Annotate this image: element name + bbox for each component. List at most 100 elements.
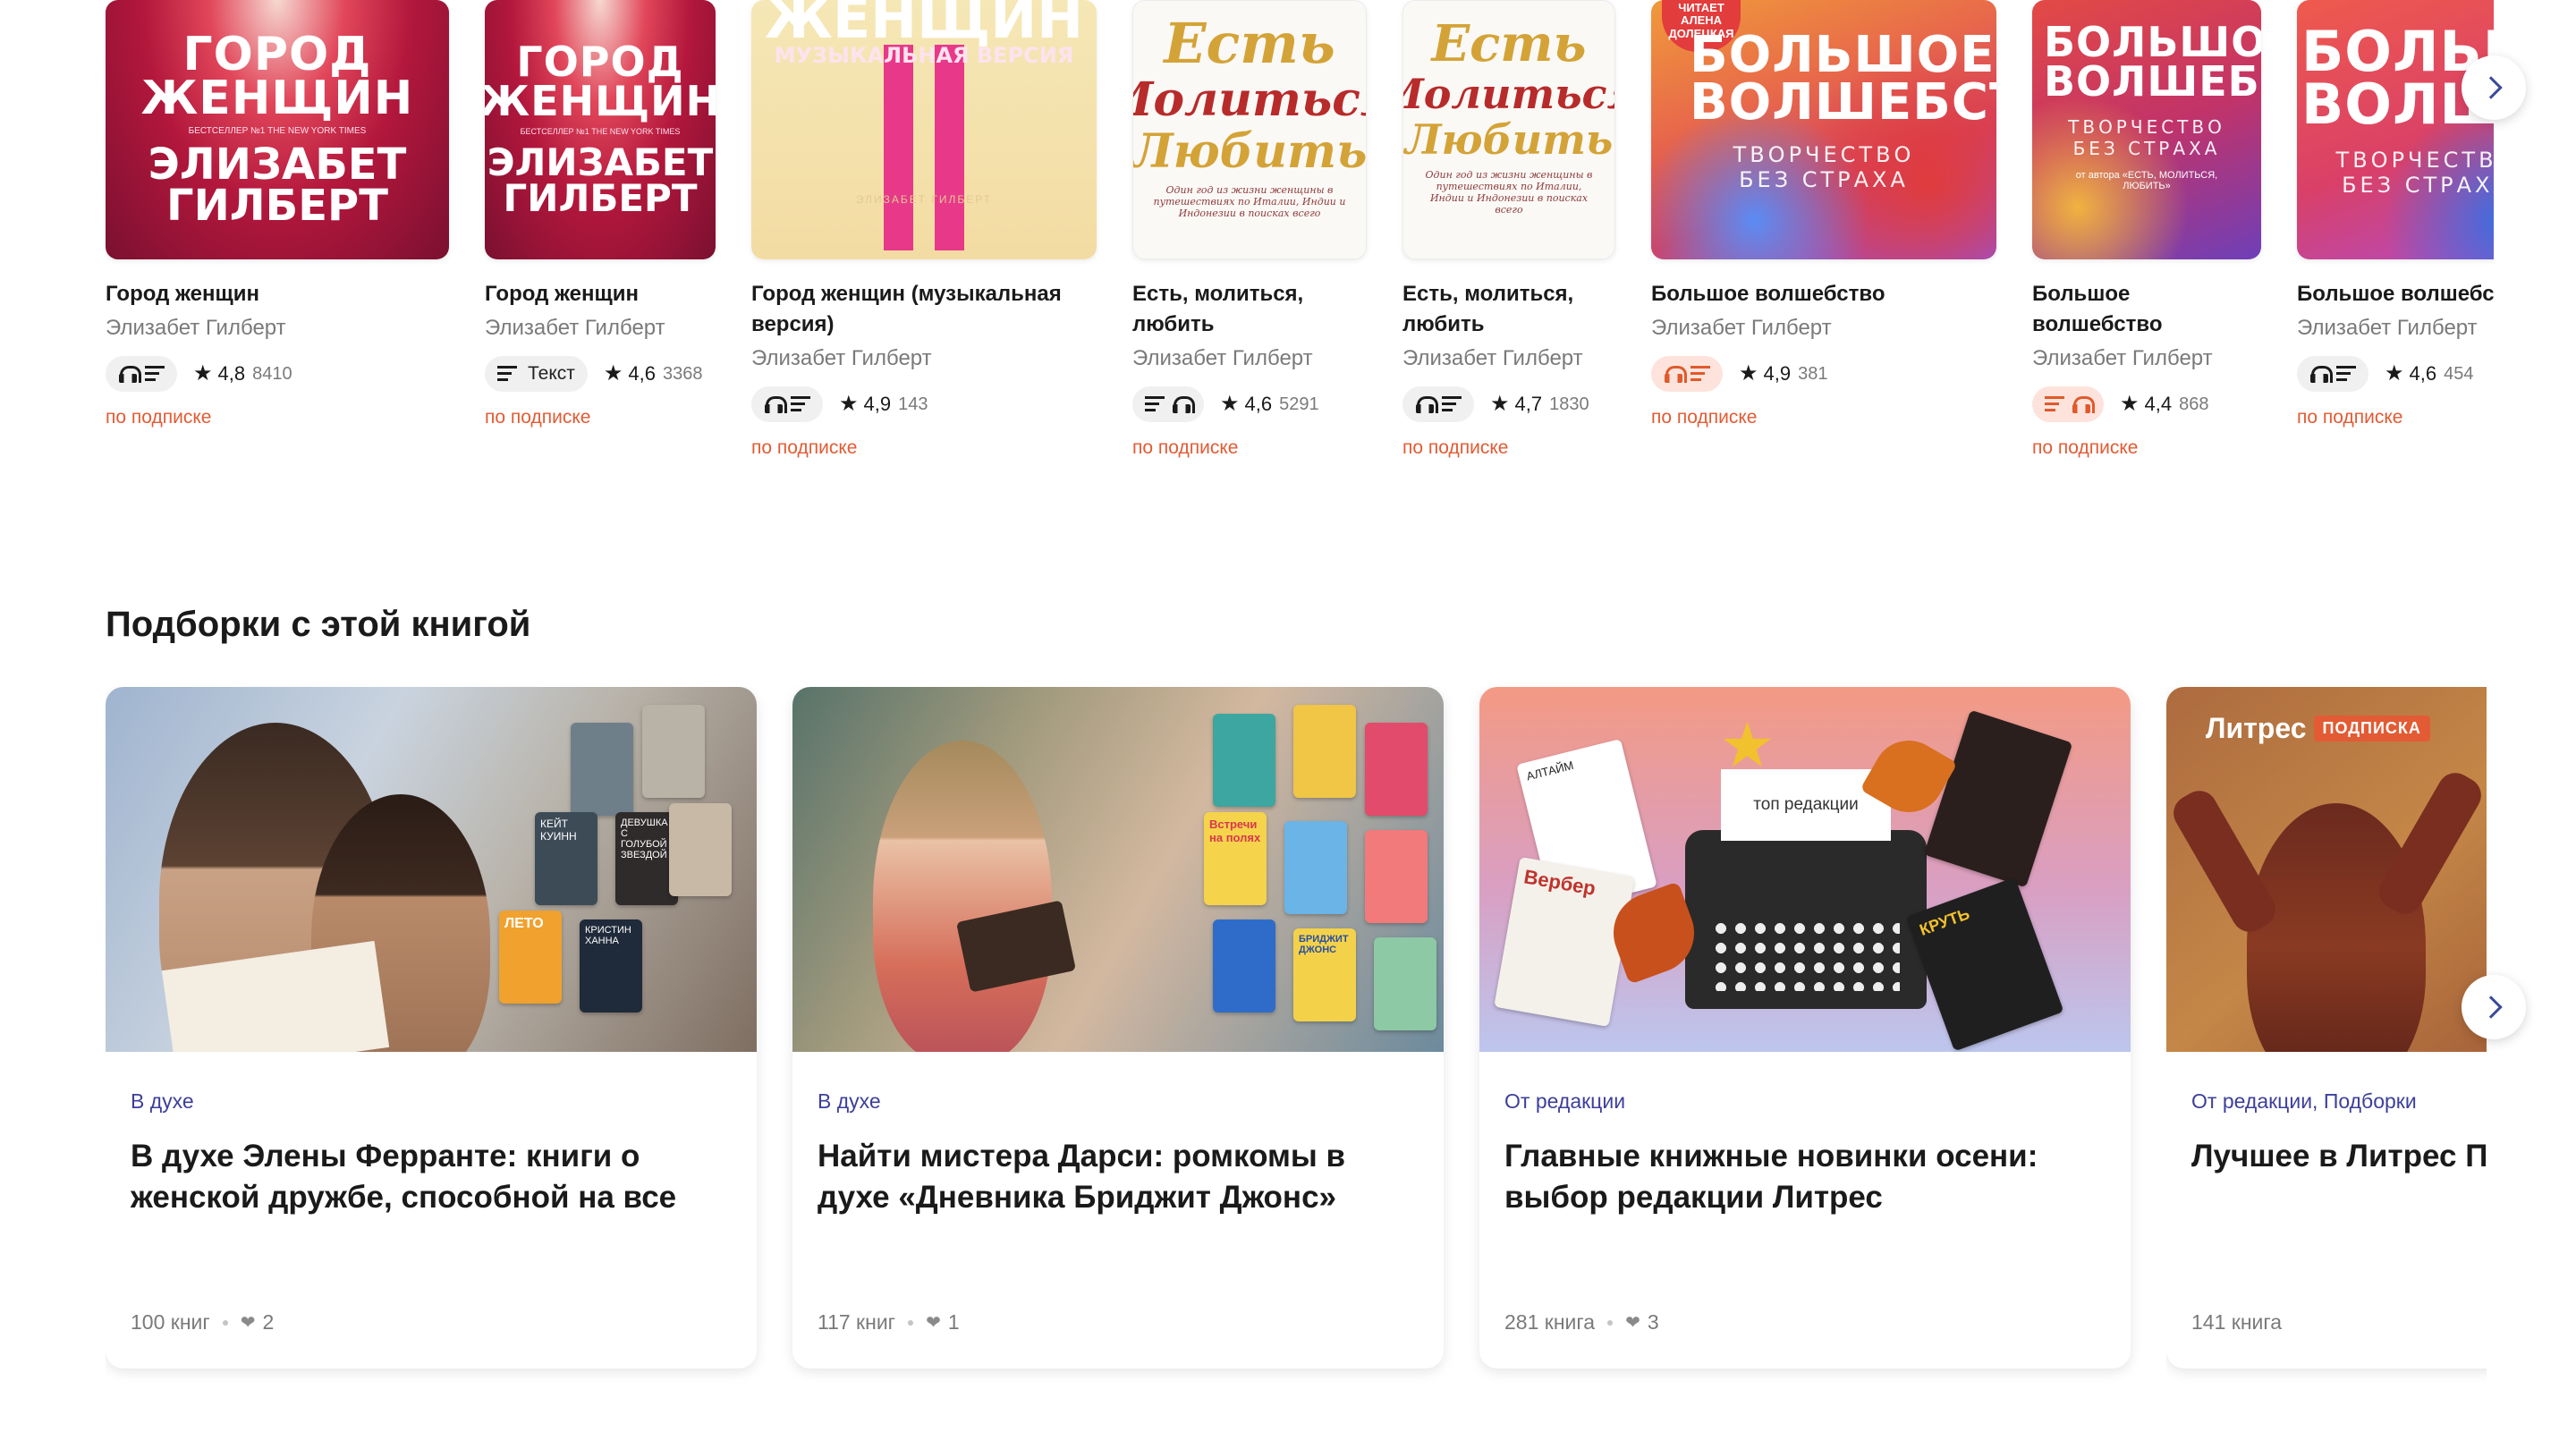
star-icon: ★: [193, 361, 213, 386]
book-card[interactable]: ЖЕНЩИН МУЗЫКАЛЬНАЯ ВЕРСИЯ ЭЛИЗАБЕТ ГИЛБЕ…: [751, 0, 1097, 462]
book-cover[interactable]: ГОРОД ЖЕНЩИН БЕСТСЕЛЛЕР №1 THE NEW YORK …: [485, 0, 716, 259]
book-card[interactable]: ГОРОД ЖЕНЩИН БЕСТСЕЛЛЕР №1 THE NEW YORK …: [106, 0, 449, 431]
format-badge: [2032, 386, 2104, 422]
book-author[interactable]: Элизабет Гилберт: [2032, 343, 2261, 374]
cover-title: ГОРОД ЖЕНЩИН: [485, 38, 716, 126]
book-cover[interactable]: ЧИТАЕТ АЛЕНА ДОЛЕЦКАЯ БОЛЬШОЕ ВОЛШЕБС ТВО…: [1651, 0, 1996, 259]
book-author[interactable]: Элизабет Гилберт: [106, 313, 449, 343]
chevron-right-icon: [2479, 996, 2503, 1019]
rating-value: 4,4: [2144, 393, 2173, 415]
separator-dot: [1607, 1319, 1614, 1326]
book-cover[interactable]: Есть Молиться Любить Один год из жизни ж…: [1132, 0, 1367, 259]
headphones-icon: [1415, 395, 1438, 413]
book-cover[interactable]: Есть Молиться Любить Один год из жизни ж…: [1402, 0, 1615, 259]
book-title[interactable]: Большое волшебство: [2297, 279, 2494, 309]
book-card[interactable]: ЧИТАЕТ АЛЕНА ДОЛЕЦКАЯ БОЛЬШОЕ ВОЛШЕБС ТВО…: [1651, 0, 1996, 431]
collection-category[interactable]: В духе: [131, 1088, 732, 1114]
cover-title: Любить: [1404, 114, 1614, 164]
collection-footer: 100 книг ❤ 2: [131, 1310, 274, 1335]
rating-count: 3368: [662, 363, 703, 384]
book-cover[interactable]: ГОРОД ЖЕНЩИН БЕСТСЕЛЛЕР №1 THE NEW YORK …: [106, 0, 449, 259]
text-lines-icon: [1145, 396, 1165, 412]
book-card[interactable]: БОЛЬШОЕ ВОЛШЕБСТВО ТВОРЧЕСТВО БЕЗ СТРАХА…: [2297, 0, 2494, 431]
rating: ★ 4,6 454: [2385, 362, 2473, 386]
star-icon: ★: [2385, 361, 2404, 386]
collection-card[interactable]: АЛТАЙМ Вербер ★ топ редакции КРУТЬ От ре…: [1479, 687, 2131, 1368]
collection-book-count: 281 книга: [1504, 1310, 1596, 1334]
book-author[interactable]: Элизабет Гилберт: [751, 343, 1097, 374]
collection-card[interactable]: Встречи на полях БРИДЖИТ ДЖОНС В духе На…: [792, 687, 1444, 1368]
book-card[interactable]: ГОРОД ЖЕНЩИН БЕСТСЕЛЛЕР №1 THE NEW YORK …: [485, 0, 716, 431]
rating-value: 4,8: [217, 362, 246, 385]
book-cover[interactable]: БОЛЬШОЕ ВОЛШЕБСТВО ТВОРЧЕСТВО БЕЗ СТРАХА…: [2032, 0, 2261, 259]
book-title[interactable]: Большое волшебство: [2032, 279, 2261, 340]
rating-count: 868: [2179, 394, 2209, 414]
book-title[interactable]: Есть, молиться, любить: [1132, 279, 1367, 340]
book-title[interactable]: Город женщин (музыкальная версия): [751, 279, 1097, 340]
star-icon: ★: [2120, 392, 2140, 416]
book-author[interactable]: Элизабет Гилберт: [1651, 313, 1996, 343]
rating: ★ 4,6 5291: [1220, 393, 1319, 416]
headphones-icon: [2309, 365, 2333, 383]
books-next-button[interactable]: [2462, 55, 2526, 120]
rating: ★ 4,6 3368: [604, 362, 703, 386]
collection-card[interactable]: Литрес ПОДПИСКА От редакции, Подборки Лу…: [2166, 687, 2487, 1368]
rating: ★ 4,9 143: [839, 393, 928, 416]
collection-category[interactable]: В духе: [818, 1088, 1419, 1114]
book-author[interactable]: Элизабет Гилберт: [1132, 343, 1367, 374]
collection-title[interactable]: В духе Элены Ферранте: книги о женской д…: [131, 1136, 732, 1218]
book-title[interactable]: Большое волшебство: [1651, 279, 1996, 309]
collection-category[interactable]: От редакции: [1504, 1088, 2106, 1114]
chevron-right-icon: [2479, 76, 2503, 99]
book-author[interactable]: Элизабет Гилберт: [485, 313, 716, 343]
book-title[interactable]: Город женщин: [106, 279, 449, 309]
book-cover[interactable]: ЖЕНЩИН МУЗЫКАЛЬНАЯ ВЕРСИЯ ЭЛИЗАБЕТ ГИЛБЕ…: [751, 0, 1097, 259]
heart-icon[interactable]: ❤: [926, 1311, 941, 1334]
logo-tag: ПОДПИСКА: [2313, 716, 2430, 741]
collection-title[interactable]: Главные книжные новинки осени: выбор ред…: [1504, 1136, 2106, 1218]
collection-image: КЕЙТ КУИНН ДЕВУШКА С ГОЛУБОЙ ЗВЕЗДОЙ ЛЕТ…: [106, 687, 757, 1052]
cover-note: БЕСТСЕЛЛЕР №1 THE NEW YORK TIMES: [188, 126, 367, 137]
book-card[interactable]: Есть Молиться Любить Один год из жизни ж…: [1402, 0, 1615, 462]
cover-title: ГОРОД ЖЕНЩИН: [140, 27, 414, 125]
rating-count: 454: [2444, 363, 2474, 384]
book-author[interactable]: Элизабет Гилберт: [1402, 343, 1615, 374]
mini-book-cover: Встречи на полях: [1204, 812, 1267, 905]
cover-subtitle: ТВОРЧЕСТВО БЕЗ СТРАХА: [1733, 142, 1915, 193]
headphones-icon: [1664, 365, 1687, 383]
heart-icon[interactable]: ❤: [1625, 1311, 1640, 1334]
book-card[interactable]: Есть Молиться Любить Один год из жизни ж…: [1132, 0, 1367, 462]
book-card[interactable]: БОЛЬШОЕ ВОЛШЕБСТВО ТВОРЧЕСТВО БЕЗ СТРАХА…: [2032, 0, 2261, 462]
collections-next-button[interactable]: [2462, 975, 2526, 1039]
rating-count: 1830: [1549, 394, 1589, 414]
logo-text: Литрес: [2206, 712, 2307, 744]
cover-title: Есть: [1164, 11, 1335, 77]
section-title: Подборки с этой книгой: [106, 605, 531, 644]
rating: ★ 4,9 381: [1739, 362, 1827, 386]
collection-footer: 117 книг ❤ 1: [818, 1310, 960, 1335]
collection-card-clip: Литрес ПОДПИСКА От редакции, Подборки Лу…: [2166, 687, 2487, 1385]
headphones-icon: [118, 365, 141, 383]
collections-carousel: КЕЙТ КУИНН ДЕВУШКА С ГОЛУБОЙ ЗВЕЗДОЙ ЛЕТ…: [106, 687, 2503, 1385]
heart-icon[interactable]: ❤: [241, 1311, 256, 1334]
book-cover[interactable]: БОЛЬШОЕ ВОЛШЕБСТВО ТВОРЧЕСТВО БЕЗ СТРАХА: [2297, 0, 2494, 259]
collection-footer: 281 книга ❤ 3: [1504, 1310, 1659, 1335]
book-author[interactable]: Элизабет Гилберт: [2297, 313, 2494, 343]
book-title[interactable]: Город женщин: [485, 279, 716, 309]
cover-author: ЭЛИЗАБЕТ ГИЛБЕРТ: [855, 193, 993, 206]
book-title[interactable]: Есть, молиться, любить: [1402, 279, 1615, 340]
text-lines-icon: [1690, 366, 1710, 382]
collection-category[interactable]: От редакции, Подборки: [2191, 1088, 2487, 1114]
collection-card[interactable]: КЕЙТ КУИНН ДЕВУШКА С ГОЛУБОЙ ЗВЕЗДОЙ ЛЕТ…: [106, 687, 757, 1368]
star-icon: ★: [1719, 710, 1775, 780]
rating-count: 381: [1798, 363, 1828, 384]
text-lines-icon: [791, 396, 810, 412]
text-lines-icon: [497, 366, 517, 382]
rating: ★ 4,7 1830: [1490, 393, 1589, 416]
rating-value: 4,6: [1244, 393, 1273, 415]
collection-title[interactable]: Лучшее в Литрес П: [2191, 1136, 2487, 1177]
rating-value: 4,6: [628, 362, 656, 385]
collection-likes: 1: [947, 1310, 960, 1334]
collection-book-count: 141 книга: [2191, 1310, 2283, 1334]
collection-title[interactable]: Найти мистера Дарси: ромкомы в духе «Дне…: [818, 1136, 1419, 1218]
